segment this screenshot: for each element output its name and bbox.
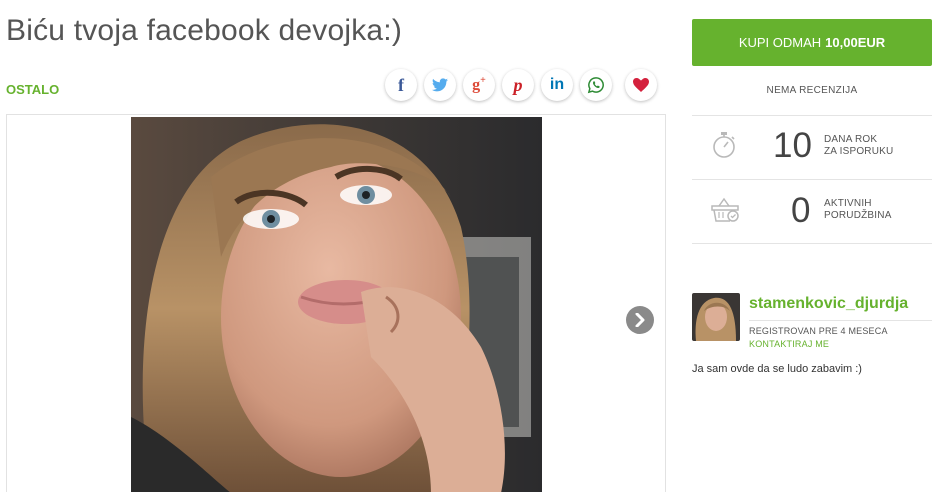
seller-bio: Ja sam ovde da se ludo zabavim :) bbox=[692, 363, 862, 375]
favorite-button[interactable] bbox=[625, 69, 657, 101]
delivery-days-value: 10 bbox=[773, 126, 812, 165]
share-twitter-button[interactable] bbox=[424, 69, 456, 101]
buy-now-button[interactable]: KUPI ODMAH 10,00EUR bbox=[692, 19, 932, 66]
google-plus-icon: g+ bbox=[472, 75, 486, 94]
seller-username[interactable]: stamenkovic_djurdja bbox=[749, 295, 908, 313]
buy-now-price: 10,00EUR bbox=[825, 35, 886, 50]
gallery-next-button[interactable] bbox=[626, 306, 654, 334]
delivery-days-label-line2: ZA ISPORUKU bbox=[824, 146, 894, 157]
contact-seller-link[interactable]: KONTAKTIRAJ ME bbox=[749, 339, 829, 349]
facebook-icon: f bbox=[398, 75, 404, 95]
share-google-plus-button[interactable]: g+ bbox=[463, 69, 495, 101]
share-linkedin-button[interactable]: in bbox=[541, 69, 573, 101]
divider bbox=[692, 115, 932, 116]
active-orders-label-line2: PORUDŽBINA bbox=[824, 210, 892, 221]
linkedin-icon: in bbox=[549, 76, 565, 93]
shopping-basket-icon bbox=[711, 197, 739, 222]
chevron-right-icon bbox=[635, 313, 645, 327]
divider bbox=[692, 179, 932, 180]
share-whatsapp-button[interactable] bbox=[580, 69, 612, 101]
seller-registered: REGISTROVAN PRE 4 MESECA bbox=[749, 326, 888, 336]
product-photo[interactable] bbox=[131, 117, 542, 492]
seller-avatar[interactable] bbox=[692, 293, 740, 341]
reviews-status: NEMA RECENZIJA bbox=[766, 85, 858, 96]
divider bbox=[749, 320, 932, 321]
pinterest-icon: p bbox=[513, 75, 523, 95]
twitter-icon bbox=[432, 78, 448, 92]
share-pinterest-button[interactable]: p bbox=[502, 69, 534, 101]
whatsapp-icon bbox=[587, 77, 604, 94]
active-orders-label-line1: AKTIVNIH bbox=[824, 198, 872, 209]
page-title: Biću tvoja facebook devojka:) bbox=[6, 14, 403, 47]
active-orders-value: 0 bbox=[791, 191, 811, 230]
active-orders-label: AKTIVNIH PORUDŽBINA bbox=[824, 198, 892, 222]
buy-now-label: KUPI ODMAH bbox=[738, 35, 822, 50]
delivery-days-label: DANA ROK ZA ISPORUKU bbox=[824, 134, 893, 158]
category-link[interactable]: OSTALO bbox=[6, 82, 59, 97]
divider bbox=[692, 243, 932, 244]
share-facebook-button[interactable]: f bbox=[385, 69, 417, 101]
heart-icon bbox=[633, 78, 649, 92]
product-gallery bbox=[6, 114, 666, 492]
delivery-days-label-line1: DANA ROK bbox=[824, 134, 878, 145]
stopwatch-icon bbox=[713, 132, 735, 158]
